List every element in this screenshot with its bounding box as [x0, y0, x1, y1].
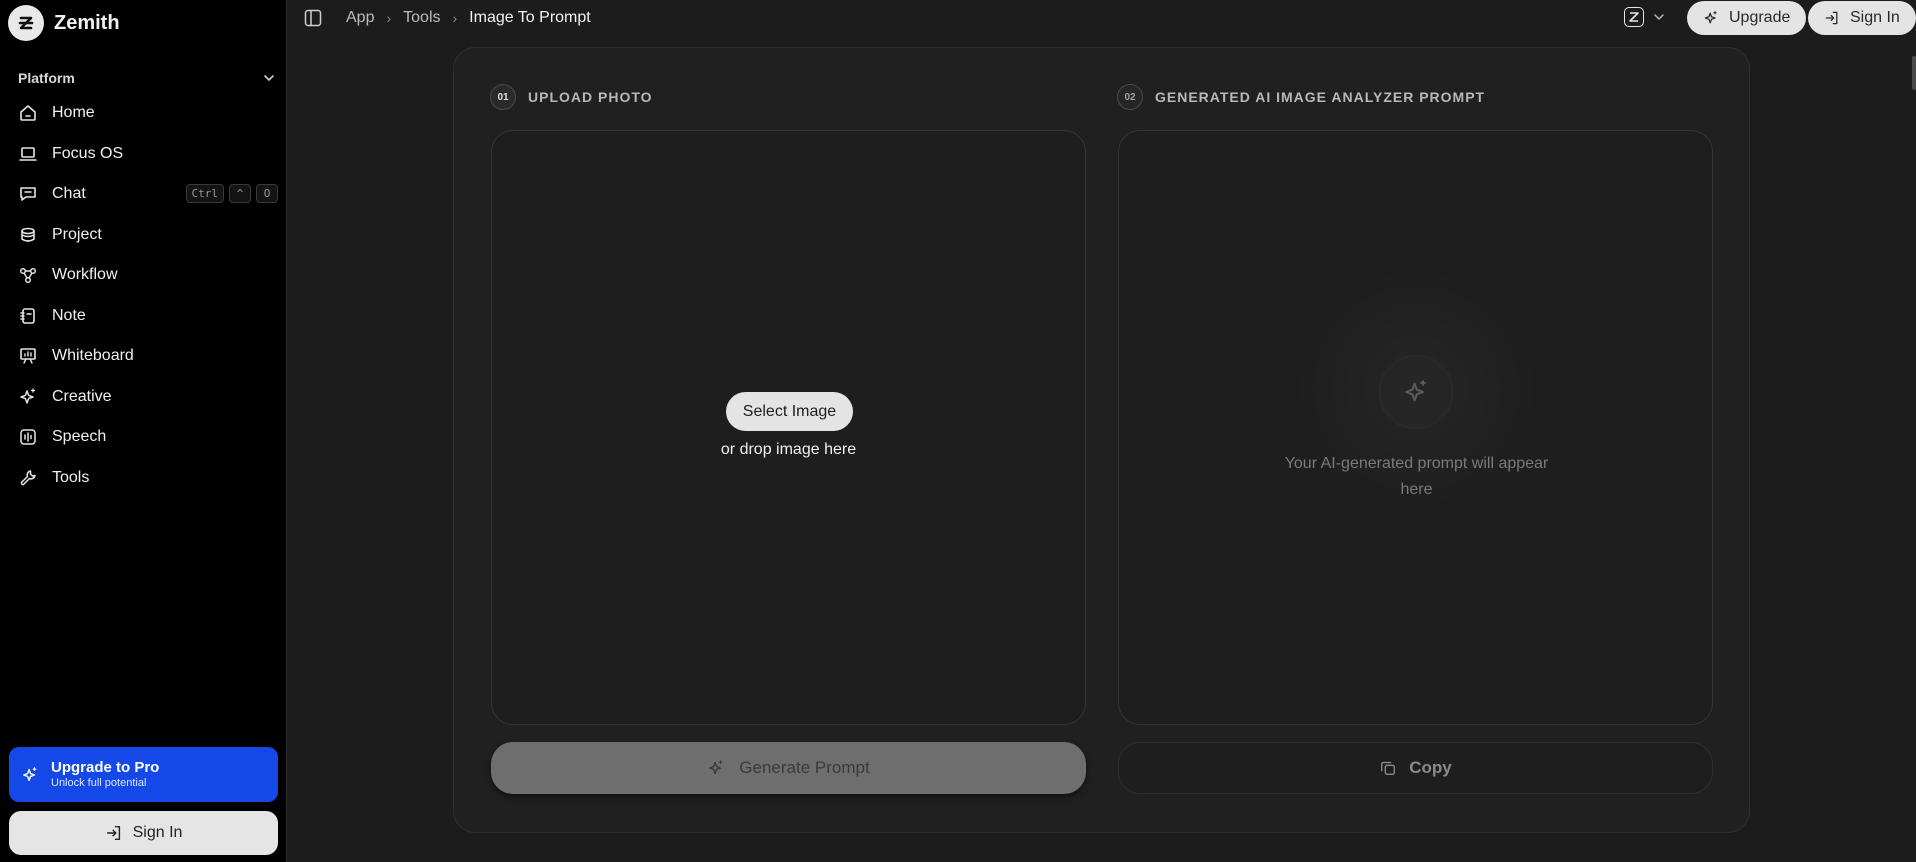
- top-bar: App › Tools › Image To Prompt Upgrade Si…: [288, 0, 1916, 38]
- home-icon: [20, 105, 36, 122]
- sign-in-icon: [1825, 11, 1838, 25]
- breadcrumb: App › Tools › Image To Prompt: [346, 9, 591, 27]
- sidebar-item-label: Tools: [52, 468, 90, 486]
- upgrade-title: Upgrade to Pro: [51, 759, 160, 776]
- sidebar-item-label: Note: [52, 306, 86, 324]
- prompt-output-panel: Your AI-generated prompt will appear her…: [1118, 130, 1713, 725]
- zemith-logo-icon: [8, 5, 44, 41]
- sign-in-label: Sign In: [132, 824, 183, 841]
- model-logo-icon: [1624, 7, 1644, 27]
- platform-section-header[interactable]: Platform: [18, 68, 276, 88]
- copy-label: Copy: [1409, 758, 1452, 777]
- breadcrumb-app[interactable]: App: [346, 9, 374, 27]
- chevron-down-icon: [1654, 14, 1664, 21]
- copy-button[interactable]: Copy: [1118, 742, 1713, 794]
- breadcrumb-current: Image To Prompt: [469, 9, 591, 26]
- upgrade-button[interactable]: Upgrade: [1687, 1, 1807, 35]
- step-number: 02: [1117, 84, 1143, 110]
- upload-drop-zone[interactable]: Select Image or drop image here: [491, 130, 1086, 725]
- sidebar-item-chat[interactable]: Chat Ctrl ^ O: [10, 174, 278, 215]
- image-to-prompt-card: 01 UPLOAD PHOTO 02 GENERATED AI IMAGE AN…: [453, 47, 1750, 833]
- sign-in-button[interactable]: Sign In: [1808, 1, 1916, 35]
- sidebar-item-workflow[interactable]: Workflow: [10, 255, 278, 296]
- chat-icon: [20, 187, 36, 202]
- sparkles-icon: [1704, 11, 1717, 24]
- upgrade-label: Upgrade: [1729, 9, 1791, 26]
- sidebar-item-focus-os[interactable]: Focus OS: [10, 134, 278, 175]
- copy-icon: [1381, 761, 1396, 775]
- sidebar-item-label: Whiteboard: [52, 347, 134, 365]
- sparkles-icon: [22, 766, 37, 781]
- output-placeholder: Your AI-generated prompt will appear her…: [1284, 455, 1549, 498]
- chat-shortcut: Ctrl ^ O: [185, 184, 278, 203]
- sidebar-item-speech[interactable]: Speech: [10, 417, 278, 458]
- sign-in-icon: [106, 825, 120, 841]
- page-scrollbar[interactable]: [1912, 56, 1916, 90]
- drop-hint: or drop image here: [720, 441, 857, 458]
- chevron-down-icon: [264, 75, 274, 82]
- breadcrumb-tools[interactable]: Tools: [403, 9, 440, 27]
- section-label: Platform: [18, 70, 75, 86]
- kbd-key: ^: [229, 184, 251, 203]
- generate-prompt-button[interactable]: Generate Prompt: [491, 742, 1086, 794]
- sidebar-item-label: Speech: [52, 428, 107, 446]
- chevron-right-icon: ›: [386, 10, 392, 26]
- sidebar-item-creative[interactable]: Creative: [10, 377, 278, 418]
- upload-step-header: 01 UPLOAD PHOTO: [490, 84, 653, 110]
- sidebar-item-home[interactable]: Home: [10, 93, 278, 134]
- sidebar-item-label: Workflow: [52, 266, 118, 284]
- sidebar-item-label: Focus OS: [52, 144, 124, 162]
- kbd-key: Ctrl: [185, 184, 224, 203]
- sidebar-toggle-icon[interactable]: [303, 8, 323, 28]
- step-label: UPLOAD PHOTO: [528, 89, 653, 105]
- project-icon: [21, 227, 35, 242]
- sidebar-item-tools[interactable]: Tools: [10, 458, 278, 499]
- sidebar-item-project[interactable]: Project: [10, 215, 278, 256]
- laptop-icon: [19, 146, 37, 161]
- sidebar-item-note[interactable]: Note: [10, 296, 278, 337]
- kbd-key: O: [256, 184, 278, 203]
- sign-in-label: Sign In: [1850, 9, 1900, 26]
- step-label: GENERATED AI IMAGE ANALYZER PROMPT: [1155, 89, 1486, 105]
- sparkles-icon: [709, 760, 723, 775]
- sidebar-item-label: Chat: [52, 185, 86, 203]
- sidebar-item-label: Creative: [52, 387, 112, 405]
- select-image-button[interactable]: Select Image: [726, 392, 853, 431]
- sparkles-icon: [20, 388, 36, 404]
- whiteboard-icon: [20, 348, 36, 364]
- generate-label: Generate Prompt: [739, 758, 870, 777]
- sidebar-item-whiteboard[interactable]: Whiteboard: [10, 336, 278, 377]
- chevron-right-icon: ›: [452, 10, 458, 26]
- sidebar: Zemith Platform Home Focus OS Chat Ctrl …: [0, 0, 287, 862]
- brand-name: Zemith: [54, 11, 120, 34]
- output-step-header: 02 GENERATED AI IMAGE ANALYZER PROMPT: [1117, 84, 1485, 110]
- note-icon: [20, 307, 35, 324]
- step-number: 01: [490, 84, 516, 110]
- wrench-icon: [20, 470, 36, 486]
- upgrade-to-pro-card[interactable]: Upgrade to Pro Unlock full potential: [9, 747, 278, 802]
- workflow-icon: [19, 268, 37, 284]
- upgrade-subtitle: Unlock full potential: [51, 777, 147, 789]
- sidebar-item-label: Home: [52, 104, 95, 122]
- sidebar-sign-in-button[interactable]: Sign In: [9, 811, 278, 855]
- sidebar-item-label: Project: [52, 225, 102, 243]
- sparkles-icon: [1379, 355, 1453, 429]
- brand[interactable]: Zemith: [8, 5, 120, 41]
- sidebar-nav: Home Focus OS Chat Ctrl ^ O Project Work…: [10, 93, 278, 498]
- audio-wave-icon: [20, 429, 36, 445]
- model-switcher[interactable]: [1624, 7, 1666, 27]
